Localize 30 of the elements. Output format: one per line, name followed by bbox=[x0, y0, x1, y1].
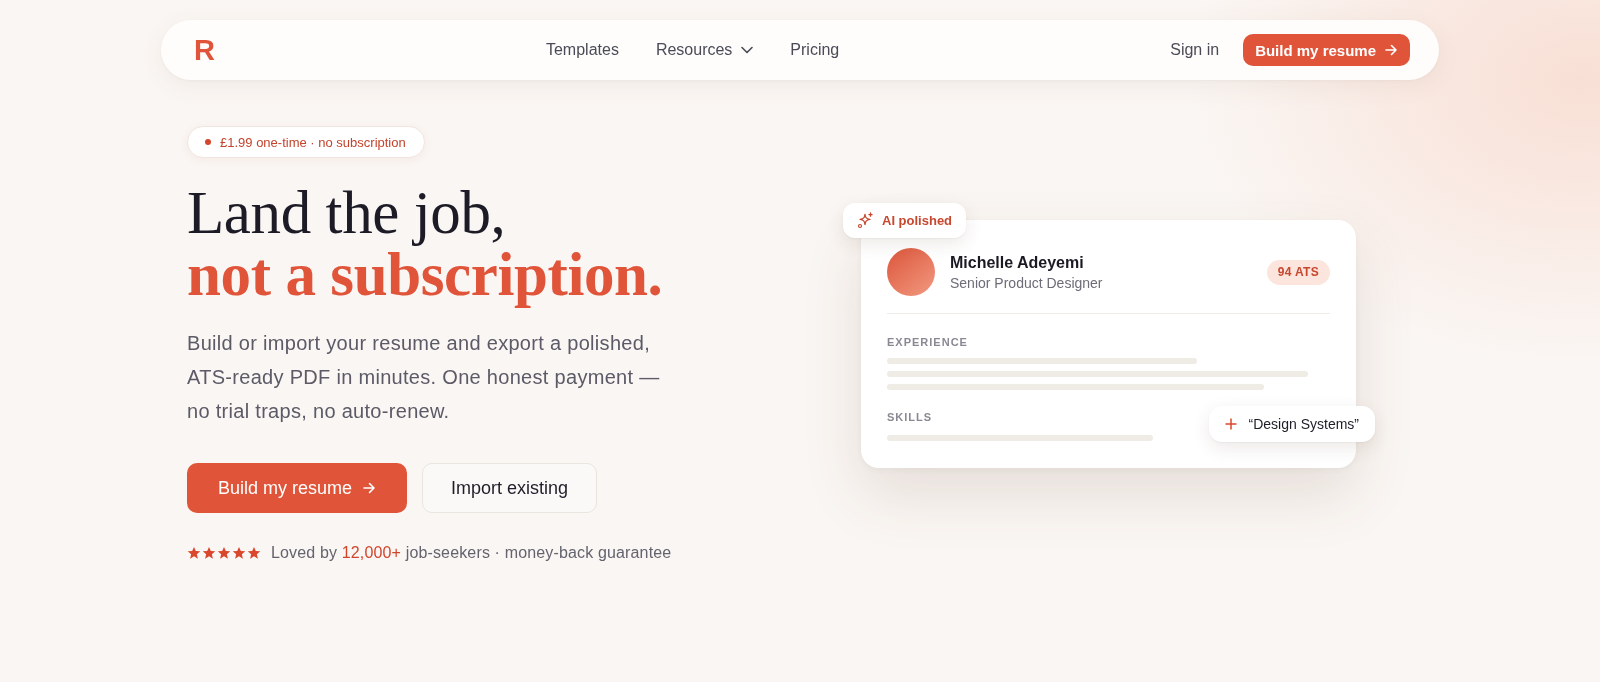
dot-icon bbox=[205, 139, 211, 145]
sign-in-link[interactable]: Sign in bbox=[1170, 41, 1220, 59]
candidate-name: Michelle Adeyemi bbox=[950, 252, 1085, 273]
arrow-right-icon bbox=[1384, 43, 1398, 57]
import-button[interactable]: Import existing bbox=[422, 463, 598, 513]
star-icon bbox=[232, 546, 246, 560]
avatar bbox=[887, 248, 935, 296]
ats-score: 94 ATS bbox=[1266, 259, 1330, 285]
star-icon bbox=[202, 546, 216, 560]
suggestion-text: “Design Systems” bbox=[1248, 416, 1359, 432]
arrow-right-icon bbox=[362, 481, 377, 495]
nav-link[interactable]: Templates bbox=[545, 41, 619, 59]
section-title: EXPERIENCE bbox=[887, 335, 969, 349]
plus-icon bbox=[1224, 418, 1237, 430]
star-icon bbox=[217, 546, 231, 560]
nav-link[interactable]: Pricing bbox=[790, 41, 840, 59]
description: Build or import your resume and export a polished, ATS-ready PDF in minutes. One honest payment — no trial traps, no auto-renew. bbox=[187, 331, 661, 424]
build-resume-button[interactable]: Build my resume bbox=[1243, 34, 1410, 66]
price-text: £1.99 one-time · no subscription bbox=[220, 134, 406, 150]
nav-link[interactable]: Resources bbox=[655, 41, 754, 59]
logo[interactable]: R bbox=[194, 35, 214, 65]
star-icon bbox=[187, 546, 201, 560]
candidate-role: Senior Product Designer bbox=[950, 273, 1103, 292]
rating-text: Loved by 12,000+ job-seekers · money-back guarantee bbox=[271, 543, 672, 563]
star-icon bbox=[247, 546, 261, 560]
sparkle-icon bbox=[857, 212, 874, 229]
headline: Land the job, not a subscription. bbox=[187, 182, 664, 306]
tag-text: AI polished bbox=[882, 213, 953, 228]
section-title: SKILLS bbox=[887, 410, 934, 424]
build-resume-button[interactable]: Build my resume bbox=[187, 463, 408, 513]
